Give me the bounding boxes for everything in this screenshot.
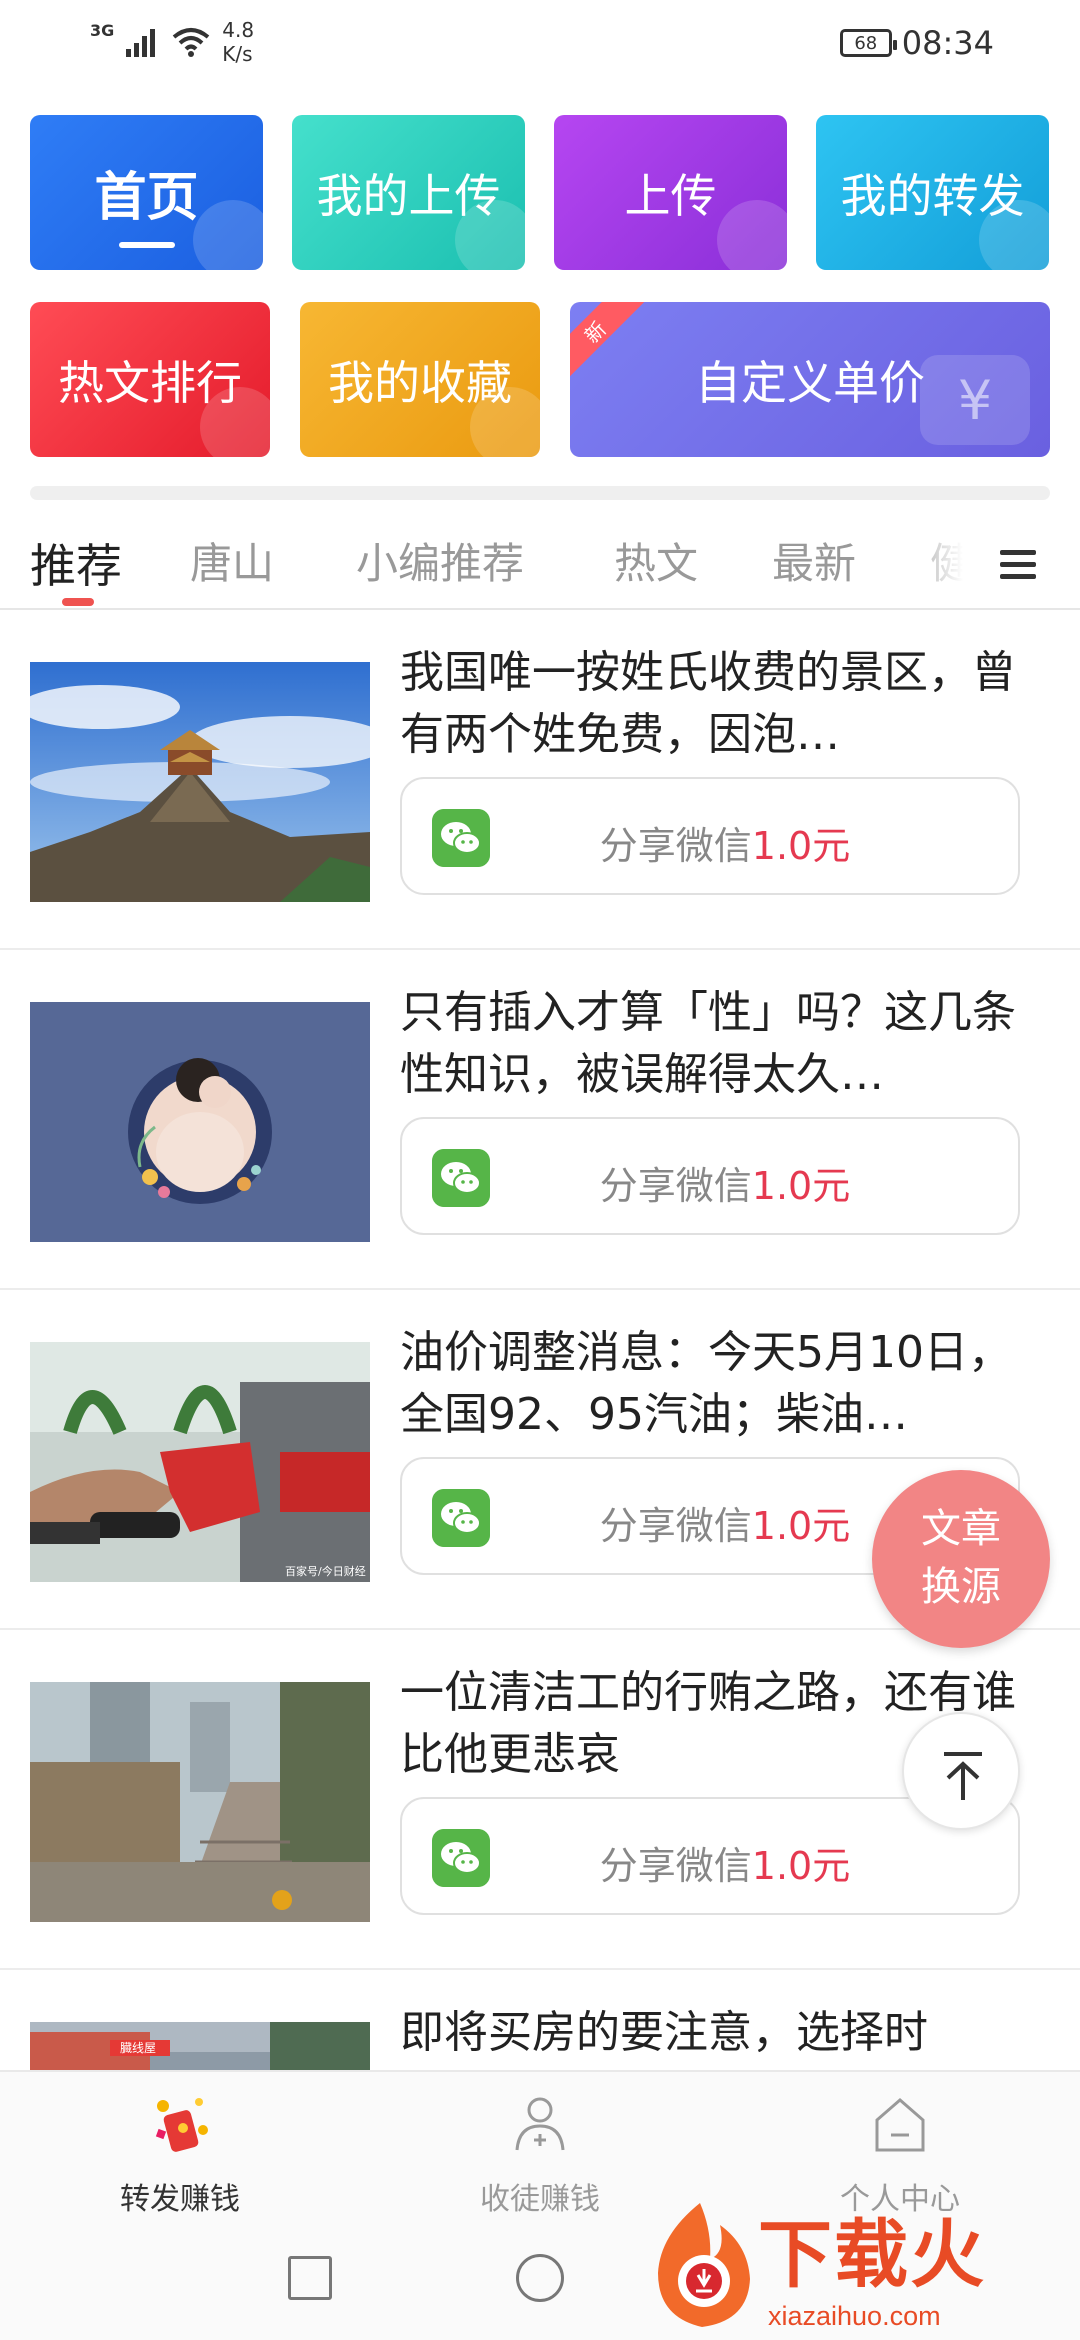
watermark-text: 下载火 (758, 2212, 986, 2298)
nav-recruit-earn[interactable]: 收徒赚钱 (410, 2090, 670, 2218)
watermark: 下载火 xiazaihuo.com (640, 2195, 1080, 2340)
article-thumbnail (30, 1002, 370, 1242)
switch-source-button[interactable]: 文章 换源 (872, 1470, 1050, 1648)
share-text: 分享微信 (599, 1164, 752, 1208)
tab-indicator (62, 598, 94, 606)
category-tabs: 推荐 唐山 小编推荐 热文 最新 健 (0, 520, 1080, 610)
nav-forward-earn[interactable]: 转发赚钱 (50, 2090, 310, 2218)
watermark-url: xiazaihuo.com (768, 2301, 941, 2331)
home-button[interactable] (516, 2254, 564, 2302)
article-item[interactable]: 只有插入才算「性」吗？这几条性知识，被误解得太久… 分享微信1.0元 (0, 952, 1080, 1290)
tab-hot[interactable]: 热文 (614, 530, 698, 591)
clock: 08:34 (901, 24, 994, 62)
share-text: 分享微信 (599, 1844, 752, 1888)
nav-recruit-earn-label: 收徒赚钱 (480, 2182, 600, 2217)
share-amount: 1.0元 (751, 1844, 851, 1888)
home-outline-icon (875, 2098, 925, 2152)
status-bar: 3G 4.8 K/s 68 08:34 (0, 0, 1080, 90)
article-title[interactable]: 油价调整消息：今天5月10日，全国92、95汽油；柴油… (400, 1322, 1030, 1446)
my-uploads-tile[interactable]: 我的上传 (292, 115, 525, 270)
wifi-icon (172, 28, 210, 57)
tab-fade (900, 520, 990, 608)
building-image-caption: 臓线屋 (120, 2041, 156, 2055)
battery-level: 68 (854, 32, 878, 54)
upload-label: 上传 (624, 168, 717, 223)
mountain-temple-image (30, 662, 370, 902)
article-title[interactable]: 只有插入才算「性」吗？这几条性知识，被误解得太久… (400, 982, 1030, 1106)
arrow-up-icon (944, 1752, 982, 1800)
switch-source-line1: 文章 (921, 1506, 1001, 1552)
network-speed: 4.8 K/s (222, 18, 254, 66)
fuel-image-caption: 百家号/今日财经 (285, 1564, 366, 1578)
my-forwards-tile[interactable]: 我的转发 (816, 115, 1049, 270)
network-type: 3G (90, 20, 115, 40)
back-to-top-button[interactable] (902, 1712, 1020, 1830)
custom-price-label: 自定义单价 (695, 355, 925, 410)
hot-ranking-tile[interactable]: 热文排行 (30, 302, 270, 457)
article-thumbnail (30, 1682, 370, 1922)
tab-recommend[interactable]: 推荐 (30, 530, 122, 596)
couple-illustration-image (30, 1002, 370, 1242)
signal-icon (126, 29, 156, 57)
red-envelope-icon (155, 2098, 208, 2152)
upload-tile[interactable]: 上传 (554, 115, 787, 270)
new-badge: 新 (570, 302, 648, 385)
recent-apps-button[interactable] (288, 2256, 332, 2300)
share-label: 分享微信1.0元 (402, 1155, 1018, 1210)
share-text: 分享微信 (599, 824, 752, 868)
article-item[interactable]: 我国唯一按姓氏收费的景区，曾有两个姓免费，因泡… 分享微信1.0元 (0, 612, 1080, 950)
share-amount: 1.0元 (751, 1504, 851, 1548)
share-amount: 1.0元 (751, 824, 851, 868)
home-underline (118, 242, 175, 248)
speed-unit: K/s (222, 42, 253, 66)
share-wechat-button[interactable]: 分享微信1.0元 (400, 777, 1020, 895)
share-label: 分享微信1.0元 (402, 815, 1018, 870)
custom-price-tile[interactable]: 新 自定义单价 ¥ (570, 302, 1050, 457)
tab-editor-picks[interactable]: 小编推荐 (356, 530, 524, 591)
share-wechat-button[interactable]: 分享微信1.0元 (400, 1117, 1020, 1235)
menu-icon[interactable] (1000, 550, 1036, 580)
speed-value: 4.8 (222, 18, 255, 42)
tab-tangshan[interactable]: 唐山 (190, 530, 274, 591)
status-left: 3G 4.8 K/s (90, 18, 254, 66)
status-right: 68 08:34 (839, 24, 994, 62)
tile-decoration (193, 200, 263, 270)
flame-logo-icon (658, 2203, 750, 2327)
yen-icon: ¥ (920, 355, 1030, 445)
article-title[interactable]: 即将买房的要注意，选择时 (400, 2002, 1030, 2064)
share-text: 分享微信 (599, 1504, 752, 1548)
share-amount: 1.0元 (751, 1164, 851, 1208)
stairway-street-image (30, 1682, 370, 1922)
share-label: 分享微信1.0元 (402, 1835, 1018, 1890)
section-divider (30, 486, 1050, 500)
battery-icon: 68 (839, 29, 897, 57)
tile-decoration (717, 200, 787, 270)
article-thumbnail (30, 662, 370, 902)
app-screen: 3G 4.8 K/s 68 08:34 首页 我的上传 上传 我的转发 热文排行… (0, 0, 1080, 2340)
nav-forward-earn-label: 转发赚钱 (120, 2182, 240, 2217)
my-favorites-tile[interactable]: 我的收藏 (300, 302, 540, 457)
article-thumbnail: 百家号/今日财经 (30, 1342, 370, 1582)
article-title[interactable]: 我国唯一按姓氏收费的景区，曾有两个姓免费，因泡… (400, 642, 1030, 766)
switch-source-line2: 换源 (921, 1564, 1001, 1610)
tab-latest[interactable]: 最新 (772, 530, 856, 591)
fuel-nozzle-image: 百家号/今日财经 (30, 1342, 370, 1582)
home-tile[interactable]: 首页 (30, 115, 263, 270)
home-tile-label: 首页 (94, 168, 199, 228)
user-add-icon (515, 2097, 565, 2151)
